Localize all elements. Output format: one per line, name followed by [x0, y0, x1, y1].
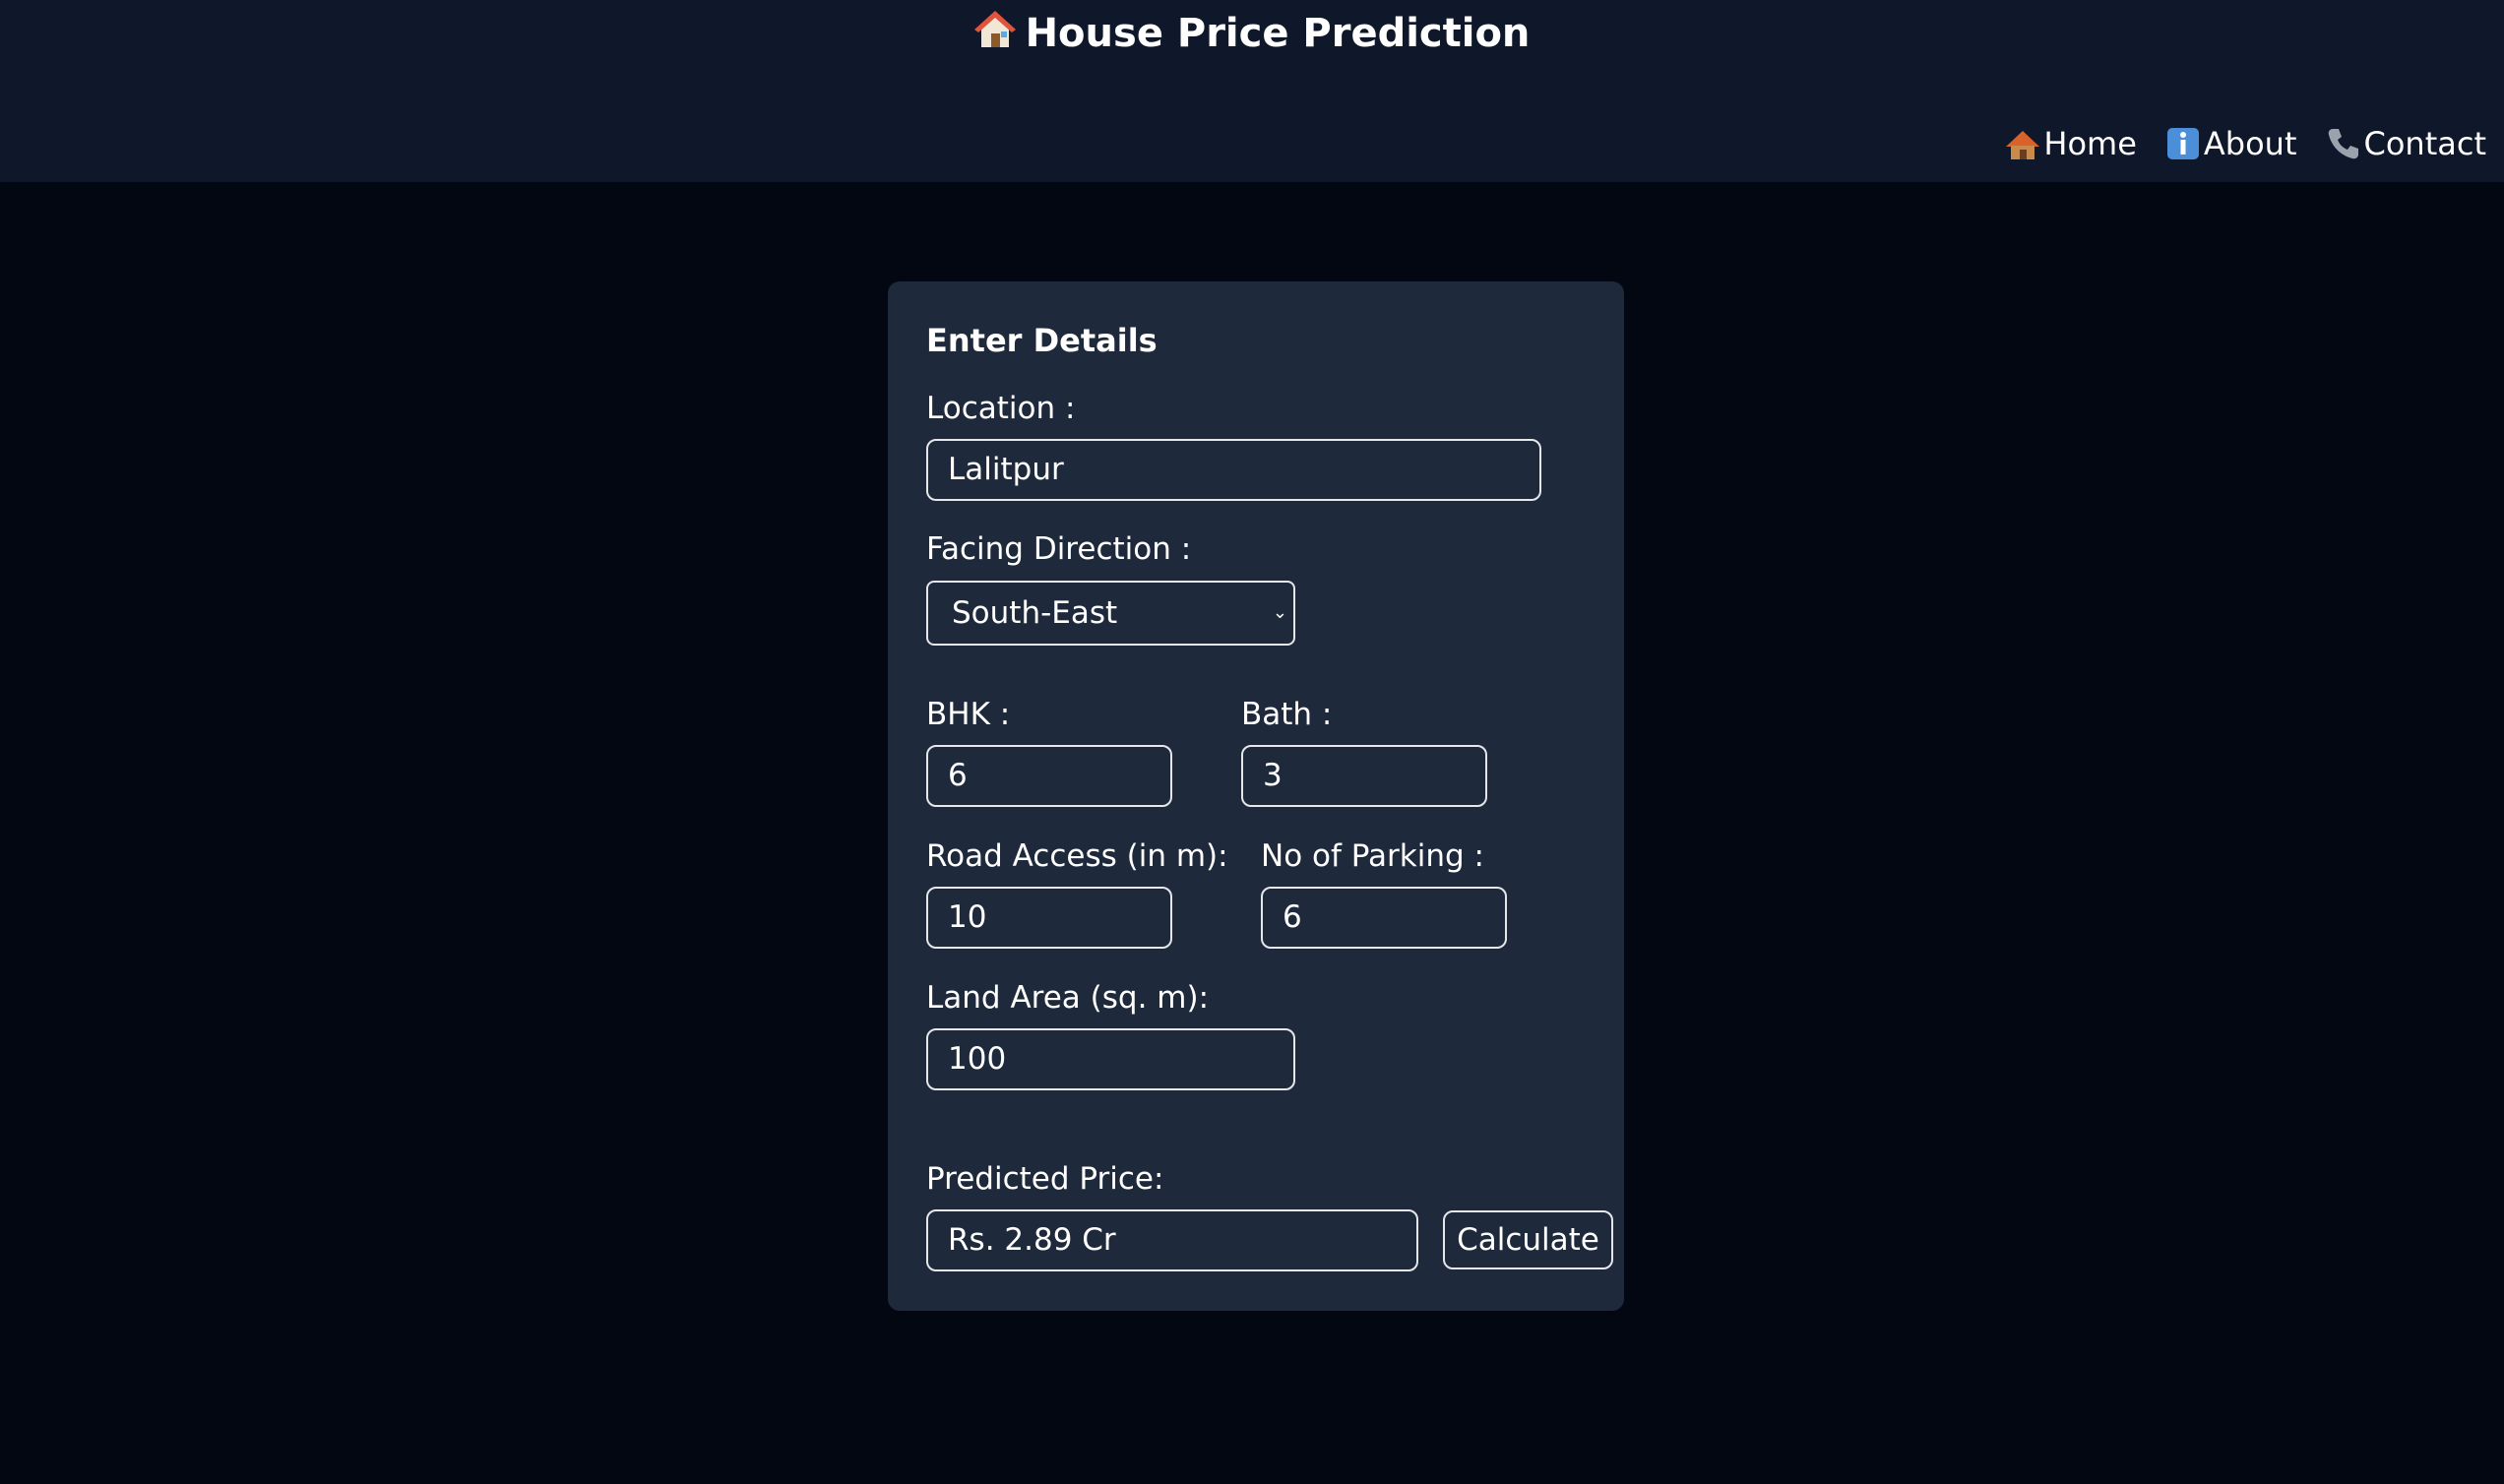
calculate-button[interactable]: Calculate — [1443, 1210, 1613, 1269]
parking-label: No of Parking : — [1261, 838, 1484, 874]
info-icon — [2164, 125, 2202, 162]
house-icon — [973, 9, 1016, 63]
phone-icon — [2325, 125, 2362, 162]
predicted-price-output[interactable]: Rs. 2.89 Cr — [926, 1209, 1418, 1271]
nav-contact-label: Contact — [2363, 125, 2487, 162]
nav-home[interactable]: Home — [2004, 122, 2137, 165]
page-title-text: House Price Prediction — [1025, 11, 1531, 56]
chevron-down-icon: ⌄ — [1272, 602, 1287, 623]
bhk-label: BHK : — [926, 697, 1011, 732]
land-area-label: Land Area (sq. m): — [926, 980, 1210, 1016]
hut-icon — [2004, 125, 2041, 162]
bath-label: Bath : — [1241, 697, 1333, 732]
road-access-input[interactable]: 10 — [926, 887, 1172, 949]
bath-input[interactable]: 3 — [1241, 745, 1487, 807]
app-header: House Price Prediction Home About Contac… — [0, 0, 2504, 182]
predicted-price-label: Predicted Price: — [926, 1161, 1164, 1197]
facing-direction-select[interactable]: South-East ⌄ — [926, 581, 1295, 646]
top-nav: Home About Contact — [2004, 122, 2486, 165]
bhk-input[interactable]: 6 — [926, 745, 1172, 807]
nav-about-label: About — [2203, 125, 2297, 162]
form-title: Enter Details — [926, 322, 1158, 359]
nav-about[interactable]: About — [2164, 122, 2297, 165]
details-form-card: Enter Details Location : Lalitpur Facing… — [888, 281, 1624, 1311]
page-title: House Price Prediction — [0, 8, 2504, 63]
location-input[interactable]: Lalitpur — [926, 439, 1541, 501]
facing-direction-label: Facing Direction : — [926, 531, 1192, 567]
location-label: Location : — [926, 391, 1076, 426]
road-access-label: Road Access (in m): — [926, 838, 1228, 874]
facing-direction-value: South-East — [952, 595, 1118, 631]
nav-contact[interactable]: Contact — [2325, 122, 2487, 165]
land-area-input[interactable]: 100 — [926, 1028, 1295, 1090]
nav-home-label: Home — [2043, 125, 2137, 162]
parking-input[interactable]: 6 — [1261, 887, 1507, 949]
